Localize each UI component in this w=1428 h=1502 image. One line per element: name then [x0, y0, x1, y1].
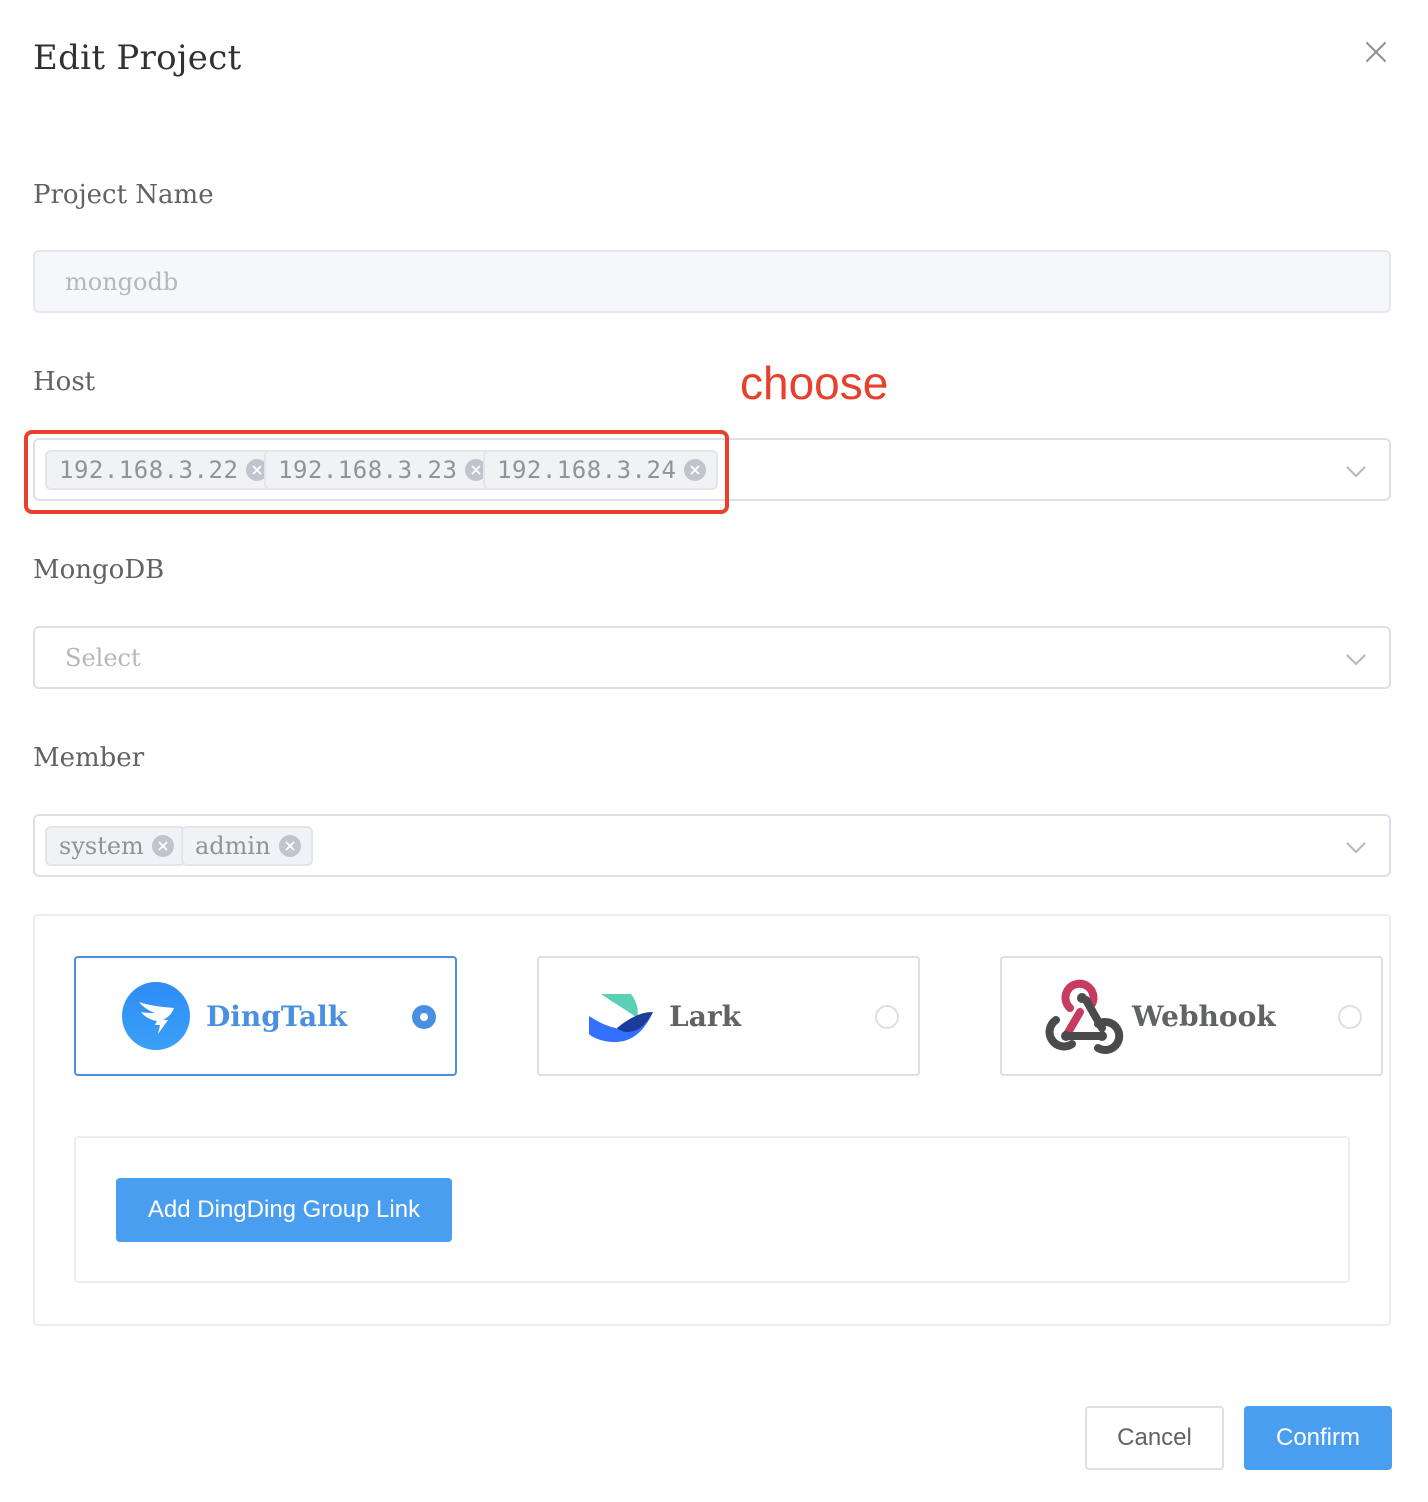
member-tag-label: system: [59, 832, 144, 860]
cancel-button[interactable]: Cancel: [1085, 1406, 1224, 1470]
member-label: Member: [33, 743, 145, 773]
chevron-down-icon[interactable]: [1345, 460, 1367, 482]
member-tag: admin: [181, 826, 313, 866]
mongodb-select[interactable]: Select: [33, 626, 1391, 689]
webhook-radio[interactable]: [1338, 1005, 1362, 1029]
notify-option-dingtalk[interactable]: DingTalk: [74, 956, 457, 1076]
tag-remove-icon[interactable]: [151, 835, 174, 857]
annotation-text: choose: [740, 357, 889, 409]
close-icon[interactable]: [1362, 38, 1390, 66]
notify-option-webhook[interactable]: Webhook: [1000, 956, 1383, 1076]
notify-option-lark[interactable]: Lark: [537, 956, 920, 1076]
dingtalk-logo-icon: [122, 982, 190, 1050]
member-tag-label: admin: [195, 832, 271, 860]
project-name-label: Project Name: [33, 180, 214, 210]
project-name-input: mongodb: [33, 250, 1391, 313]
dingtalk-radio[interactable]: [412, 1005, 436, 1029]
add-group-link-button[interactable]: Add DingDing Group Link: [116, 1178, 452, 1242]
webhook-label: Webhook: [1132, 1000, 1276, 1033]
host-label: Host: [33, 367, 96, 397]
mongodb-label: MongoDB: [33, 555, 165, 585]
chevron-down-icon[interactable]: [1345, 648, 1367, 670]
annotation-highlight-box: [24, 430, 729, 514]
dingtalk-label: DingTalk: [206, 1000, 348, 1033]
chevron-down-icon[interactable]: [1345, 836, 1367, 858]
tag-remove-icon[interactable]: [278, 835, 301, 857]
member-tag: system: [45, 826, 186, 866]
dialog-title: Edit Project: [33, 38, 242, 78]
confirm-button[interactable]: Confirm: [1244, 1406, 1392, 1470]
project-name-value: mongodb: [65, 268, 179, 296]
mongodb-placeholder: Select: [65, 644, 141, 672]
member-select[interactable]: system admin: [33, 814, 1391, 877]
lark-radio[interactable]: [875, 1005, 899, 1029]
webhook-logo-icon: [1045, 979, 1124, 1054]
lark-logo-icon: [589, 994, 653, 1042]
lark-label: Lark: [669, 1000, 741, 1033]
